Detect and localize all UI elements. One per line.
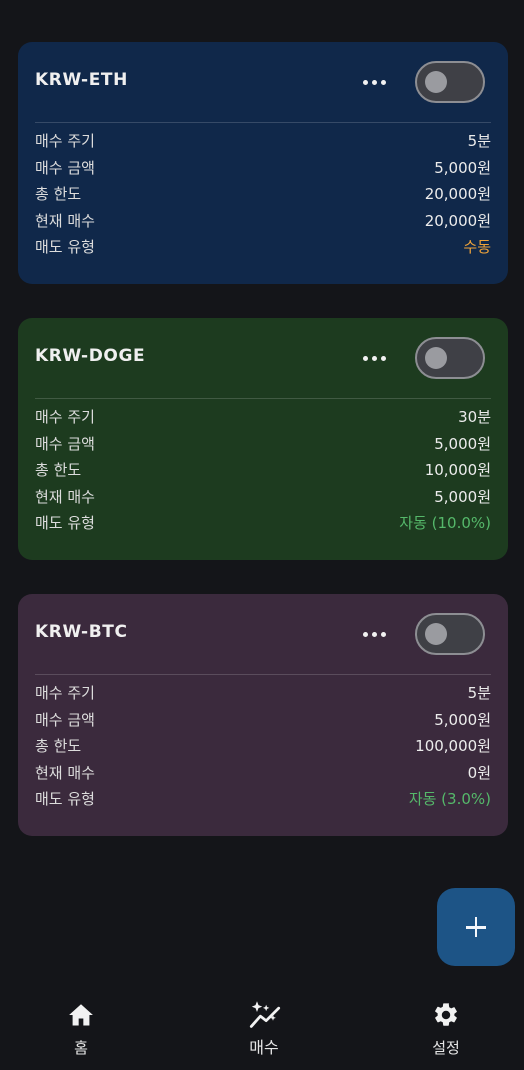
card-details: 매수 주기 5분 매수 금액 5,000원 총 한도 20,000원 현재 매수 20,… xyxy=(35,128,491,261)
card-ticker: KRW-ETH xyxy=(35,70,128,90)
detail-label: 매수 금액 xyxy=(35,434,95,453)
detail-label: 총 한도 xyxy=(35,461,82,479)
detail-label: 매수 금액 xyxy=(35,158,95,177)
detail-label: 매도 유형 xyxy=(35,238,95,256)
strategy-card-doge[interactable]: KRW-DOGE 매수 주기 30분 매수 금액 5,000원 총 한도 10,000… xyxy=(18,318,508,560)
card-divider xyxy=(35,398,491,399)
detail-row-limit: 총 한도 20,000원 xyxy=(35,181,491,208)
card-ticker: KRW-DOGE xyxy=(35,346,146,366)
detail-label: 매수 주기 xyxy=(35,408,95,426)
detail-label: 매도 유형 xyxy=(35,790,95,808)
detail-label: 매수 주기 xyxy=(35,684,95,702)
detail-label: 현재 매수 xyxy=(35,763,95,782)
active-toggle[interactable] xyxy=(415,337,485,379)
detail-value: 5분 xyxy=(467,684,491,702)
detail-value: 20,000원 xyxy=(424,185,491,203)
sparkle-chart-icon xyxy=(249,1001,281,1028)
active-toggle[interactable] xyxy=(415,613,485,655)
card-header: KRW-DOGE xyxy=(18,318,508,398)
toggle-knob xyxy=(425,347,447,369)
detail-value: 0원 xyxy=(467,763,491,782)
nav-label-home: 홈 xyxy=(74,1039,88,1057)
detail-label: 총 한도 xyxy=(35,185,82,203)
home-icon xyxy=(69,1004,93,1026)
detail-row-interval: 매수 주기 5분 xyxy=(35,128,491,155)
nav-item-home[interactable]: 홈 xyxy=(21,990,141,1070)
sell-type-value: 수동 xyxy=(463,238,491,256)
detail-label: 현재 매수 xyxy=(35,487,95,506)
sell-type-value: 자동 (3.0%) xyxy=(408,790,491,808)
detail-label: 매수 주기 xyxy=(35,132,95,150)
detail-row-sell-type: 매도 유형 수동 xyxy=(35,234,491,261)
detail-value: 5,000원 xyxy=(434,158,491,177)
toggle-knob xyxy=(425,71,447,93)
card-header: KRW-BTC xyxy=(18,594,508,674)
detail-row-amount: 매수 금액 5,000원 xyxy=(35,431,491,458)
detail-row-amount: 매수 금액 5,000원 xyxy=(35,155,491,182)
detail-row-sell-type: 매도 유형 자동 (10.0%) xyxy=(35,510,491,537)
detail-label: 매도 유형 xyxy=(35,514,95,532)
nav-label-buy: 매수 xyxy=(249,1038,279,1057)
strategy-card-eth[interactable]: KRW-ETH 매수 주기 5분 매수 금액 5,000원 총 한도 20,000원 … xyxy=(18,42,508,284)
toggle-knob xyxy=(425,623,447,645)
detail-row-current: 현재 매수 20,000원 xyxy=(35,208,491,235)
nav-label-settings: 설정 xyxy=(432,1039,460,1057)
card-divider xyxy=(35,674,491,675)
detail-row-amount: 매수 금액 5,000원 xyxy=(35,707,491,734)
detail-value: 5,000원 xyxy=(434,487,491,506)
detail-row-interval: 매수 주기 5분 xyxy=(35,680,491,707)
detail-value: 5,000원 xyxy=(434,710,491,729)
detail-value: 5분 xyxy=(467,132,491,150)
detail-value: 10,000원 xyxy=(424,461,491,479)
card-ticker: KRW-BTC xyxy=(35,622,128,642)
active-toggle[interactable] xyxy=(415,61,485,103)
detail-value: 100,000원 xyxy=(415,737,491,755)
detail-row-current: 현재 매수 0원 xyxy=(35,760,491,787)
detail-value: 20,000원 xyxy=(424,211,491,230)
more-options-icon[interactable] xyxy=(363,72,387,92)
strategy-card-btc[interactable]: KRW-BTC 매수 주기 5분 매수 금액 5,000원 총 한도 100,000원… xyxy=(18,594,508,836)
detail-row-limit: 총 한도 10,000원 xyxy=(35,457,491,484)
detail-value: 5,000원 xyxy=(434,434,491,453)
more-options-icon[interactable] xyxy=(363,348,387,368)
detail-row-limit: 총 한도 100,000원 xyxy=(35,733,491,760)
detail-label: 총 한도 xyxy=(35,737,82,755)
nav-item-buy[interactable]: 매수 xyxy=(204,990,324,1070)
detail-row-current: 현재 매수 5,000원 xyxy=(35,484,491,511)
bottom-navigation: 홈 매수 설정 xyxy=(0,990,524,1070)
nav-item-settings[interactable]: 설정 xyxy=(386,990,506,1070)
add-strategy-button[interactable] xyxy=(437,888,515,966)
card-header: KRW-ETH xyxy=(18,42,508,122)
card-details: 매수 주기 30분 매수 금액 5,000원 총 한도 10,000원 현재 매수 5,… xyxy=(35,404,491,537)
app-screen: KRW-ETH 매수 주기 5분 매수 금액 5,000원 총 한도 20,000원 … xyxy=(0,0,524,1070)
detail-label: 매수 금액 xyxy=(35,710,95,729)
detail-label: 현재 매수 xyxy=(35,211,95,230)
detail-row-interval: 매수 주기 30분 xyxy=(35,404,491,431)
detail-row-sell-type: 매도 유형 자동 (3.0%) xyxy=(35,786,491,813)
card-details: 매수 주기 5분 매수 금액 5,000원 총 한도 100,000원 현재 매수 0원… xyxy=(35,680,491,813)
sell-type-value: 자동 (10.0%) xyxy=(399,514,491,532)
gear-icon xyxy=(435,1003,457,1026)
card-divider xyxy=(35,122,491,123)
detail-value: 30분 xyxy=(458,408,491,426)
more-options-icon[interactable] xyxy=(363,624,387,644)
